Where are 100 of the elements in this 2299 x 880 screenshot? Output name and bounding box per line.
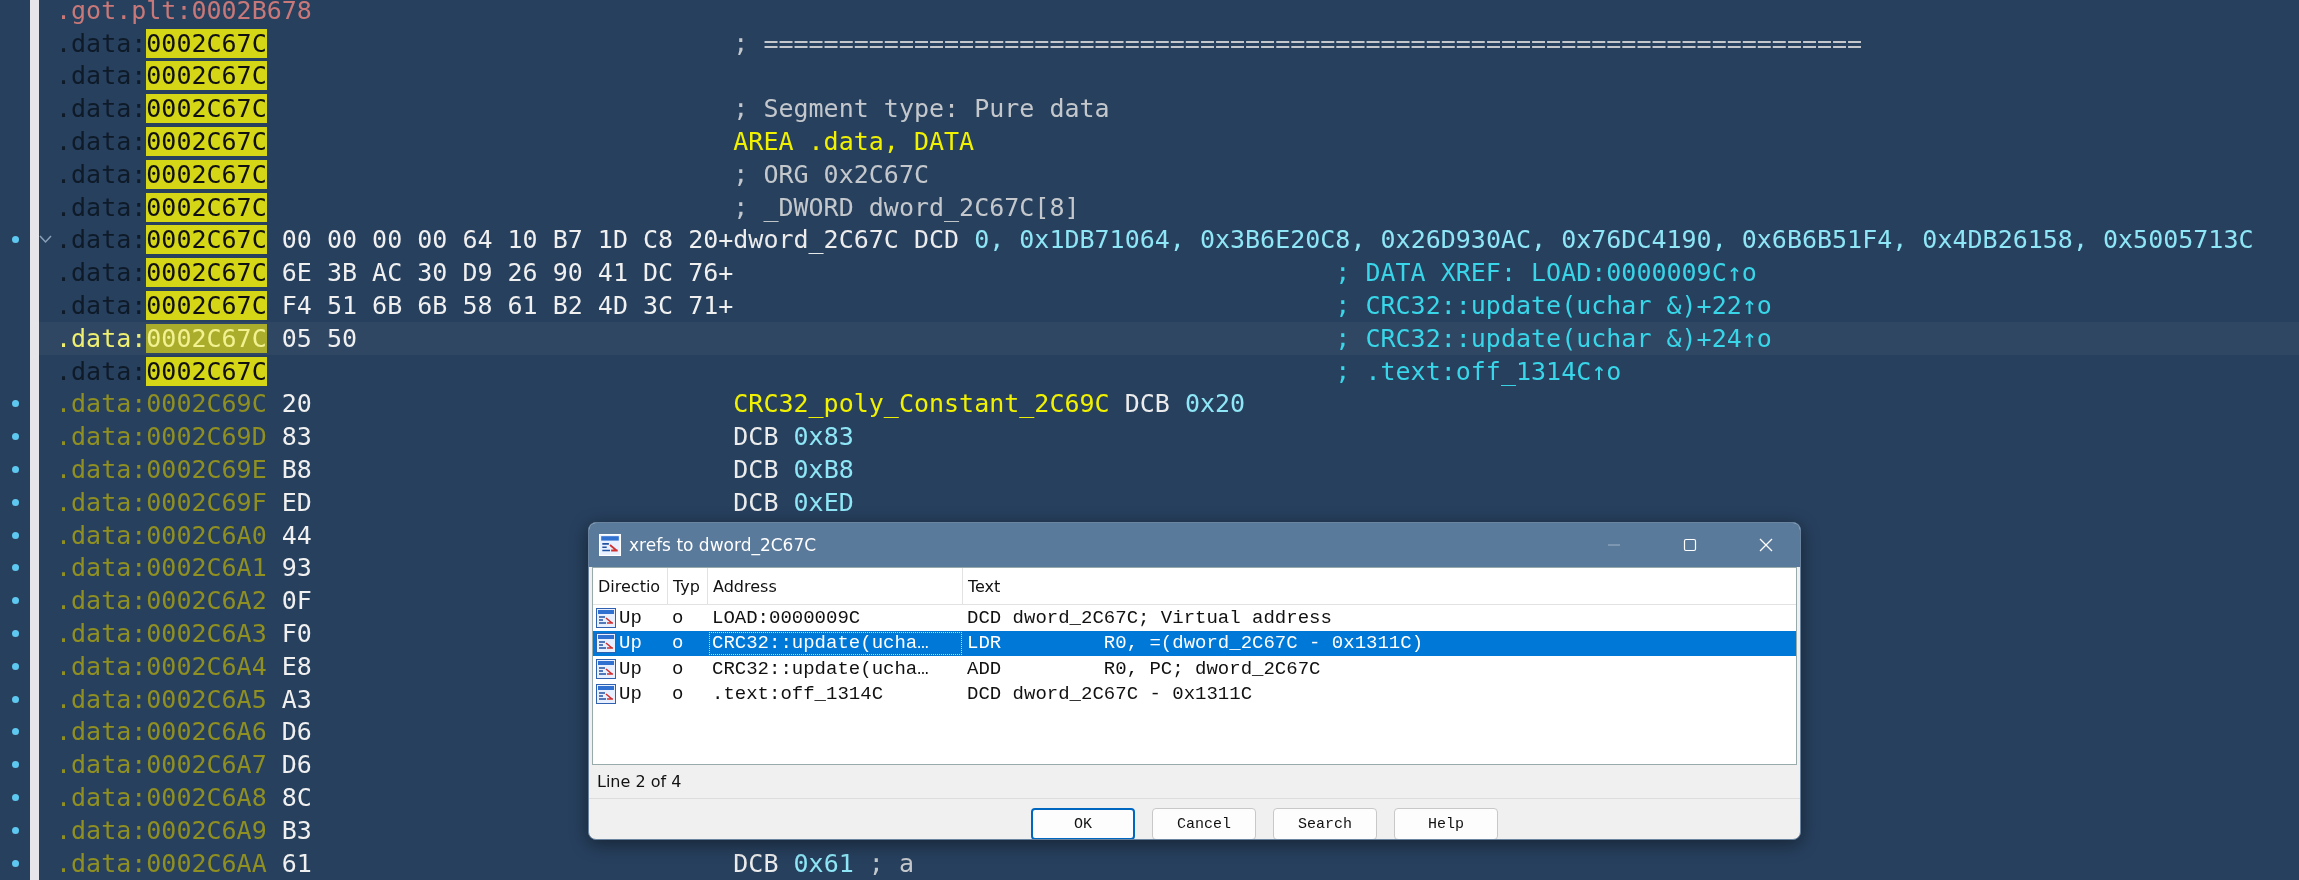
- hex-bytes: 93: [280, 553, 312, 583]
- segment-prefix: .got.plt:: [56, 0, 192, 25]
- address-label: 0002C6A0: [146, 520, 267, 550]
- segment-prefix: .data:: [56, 815, 147, 845]
- segment-prefix: .data:: [56, 520, 147, 550]
- segment-prefix: .data:: [56, 389, 147, 419]
- address-label: 0002C6A4: [146, 651, 267, 681]
- hex-bytes: F4 51 6B 6B 58 61 B2 4D 3C 71+: [280, 291, 734, 321]
- address-label: 0002C69C: [146, 389, 267, 419]
- hex-bytes: 20: [280, 389, 312, 419]
- window-title: xrefs to dword_2C67C: [629, 535, 818, 555]
- table-cell: o: [672, 606, 684, 629]
- column-header[interactable]: Address: [708, 568, 963, 604]
- table-cell: Up: [619, 657, 642, 680]
- instruction-text: ; =========================================================================: [733, 28, 1863, 58]
- instruction-text: DCB 0x83: [733, 422, 854, 452]
- status-text: Line 2 of 4: [597, 772, 682, 791]
- address-label: 0002C69F: [146, 487, 267, 517]
- table-cell: Up: [619, 632, 642, 655]
- segment-prefix: .data:: [56, 422, 147, 452]
- comment-text: ; CRC32::update(uchar &)+22↑o: [1335, 291, 1772, 321]
- address-label: 0002C6A9: [146, 815, 267, 845]
- address-label: 0002C69E: [146, 455, 267, 485]
- address-label: 0002C6AA: [146, 848, 267, 878]
- address-label: 0002C67C: [146, 323, 267, 353]
- table-cell: CRC32::update(ucha…: [712, 632, 929, 655]
- segment-prefix: .data:: [56, 684, 147, 714]
- maximize-icon[interactable]: [1682, 537, 1698, 553]
- comment-text: ; DATA XREF: LOAD:0000009C↑o: [1335, 258, 1757, 288]
- table-cell: o: [672, 683, 684, 706]
- table-cell: .text:off_1314C: [712, 683, 884, 706]
- hex-bytes: 44: [280, 520, 312, 550]
- xref-row[interactable]: Up o CRC32::update(ucha… ADD R0, PC; dword_2C67C: [593, 656, 1796, 682]
- hex-bytes: D6: [280, 750, 312, 780]
- table-cell: Up: [619, 606, 642, 629]
- hex-bytes: B3: [280, 815, 312, 845]
- xref-icon: [596, 684, 616, 705]
- dialog-button[interactable]: OK: [1031, 808, 1135, 839]
- table-cell: DCD dword_2C67C - 0x1311C: [967, 683, 1253, 706]
- hex-bytes: D6: [280, 717, 312, 747]
- dialog-button[interactable]: Help: [1394, 808, 1498, 839]
- address-label: 0002C6A7: [146, 750, 267, 780]
- table-cell: CRC32::update(ucha…: [712, 657, 929, 680]
- address-label: 0002C67C: [146, 192, 267, 222]
- comment-text: ; CRC32::update(uchar &)+24↑o: [1335, 323, 1772, 353]
- xref-icon: [596, 633, 616, 654]
- table-cell: DCD dword_2C67C; Virtual address: [967, 606, 1332, 629]
- hex-bytes: 61: [280, 848, 312, 878]
- chevron-icon[interactable]: [39, 235, 52, 245]
- hex-bytes: 05 50: [280, 323, 358, 353]
- xref-icon: [596, 658, 616, 679]
- column-header[interactable]: Typ: [668, 568, 708, 604]
- table-cell: ADD R0, PC; dword_2C67C: [967, 657, 1321, 680]
- table-cell: o: [672, 657, 684, 680]
- xref-row[interactable]: Up o CRC32::update(ucha… LDR R0, =(dword_2C67C - 0x1311C): [593, 630, 1796, 656]
- column-header[interactable]: Directio: [593, 568, 668, 604]
- address-label: 0002C67C: [146, 225, 267, 255]
- segment-prefix: .data:: [56, 783, 147, 812]
- instruction-text: CRC32_poly_Constant_2C69C DCB 0x20: [733, 389, 1246, 419]
- address-label: 0002C67C: [146, 258, 267, 288]
- segment-prefix: .data:: [56, 323, 147, 353]
- segment-prefix: .data:: [56, 750, 147, 780]
- xref-icon: [599, 534, 621, 556]
- hex-bytes: 00 00 00 00 64 10 B7 1D C8 20+: [280, 225, 734, 255]
- hex-bytes: 6E 3B AC 30 D9 26 90 41 DC 76+: [280, 258, 734, 288]
- instruction-text: DCB 0xED: [733, 487, 854, 517]
- table-cell: o: [672, 632, 684, 655]
- address-label: 0002C67C: [146, 159, 267, 189]
- address-label: 0002C67C: [146, 356, 267, 386]
- dialog-button[interactable]: Cancel: [1152, 808, 1256, 839]
- segment-prefix: .data:: [56, 553, 147, 583]
- address-label: 0002C6A5: [146, 684, 267, 714]
- xref-icon: [596, 607, 616, 628]
- table-cell: LOAD:0000009C: [712, 606, 861, 629]
- hex-bytes: ED: [280, 487, 312, 517]
- address-label: 0002C6A1: [146, 553, 267, 583]
- column-header[interactable]: Text: [963, 568, 1796, 604]
- hex-bytes: F0: [280, 619, 312, 649]
- address-label: 0002C69D: [146, 422, 267, 452]
- hex-bytes: 83: [280, 422, 312, 452]
- hex-bytes: 0F: [280, 586, 312, 616]
- address-label: 0002C67C: [146, 291, 267, 321]
- instruction-text: ; Segment type: Pure data: [733, 94, 1110, 124]
- instruction-text: ; _DWORD dword_2C67C[8]: [733, 192, 1080, 222]
- segment-prefix: .data:: [56, 619, 147, 649]
- instruction-text: DCB 0xB8: [733, 455, 854, 485]
- segment-prefix: .data:: [56, 455, 147, 485]
- comment-text: ; .text:off_1314C↑o: [1335, 356, 1622, 386]
- close-icon[interactable]: [1758, 537, 1774, 553]
- dialog-button[interactable]: Search: [1273, 808, 1377, 839]
- address-label: 0002C6A3: [146, 619, 267, 649]
- segment-prefix: .data:: [56, 717, 147, 747]
- segment-prefix: .data:: [56, 487, 147, 517]
- segment-prefix: .data:: [56, 651, 147, 681]
- hex-bytes: B8: [280, 455, 312, 485]
- address-label: 0002C67C: [146, 127, 267, 157]
- instruction-text: AREA .data, DATA: [733, 127, 975, 157]
- xref-row[interactable]: Up o .text:off_1314C DCD dword_2C67C - 0x1311C: [593, 681, 1796, 707]
- xref-row[interactable]: Up o LOAD:0000009C DCD dword_2C67C; Virtual address: [593, 605, 1796, 631]
- address-label: 0002C6A2: [146, 586, 267, 616]
